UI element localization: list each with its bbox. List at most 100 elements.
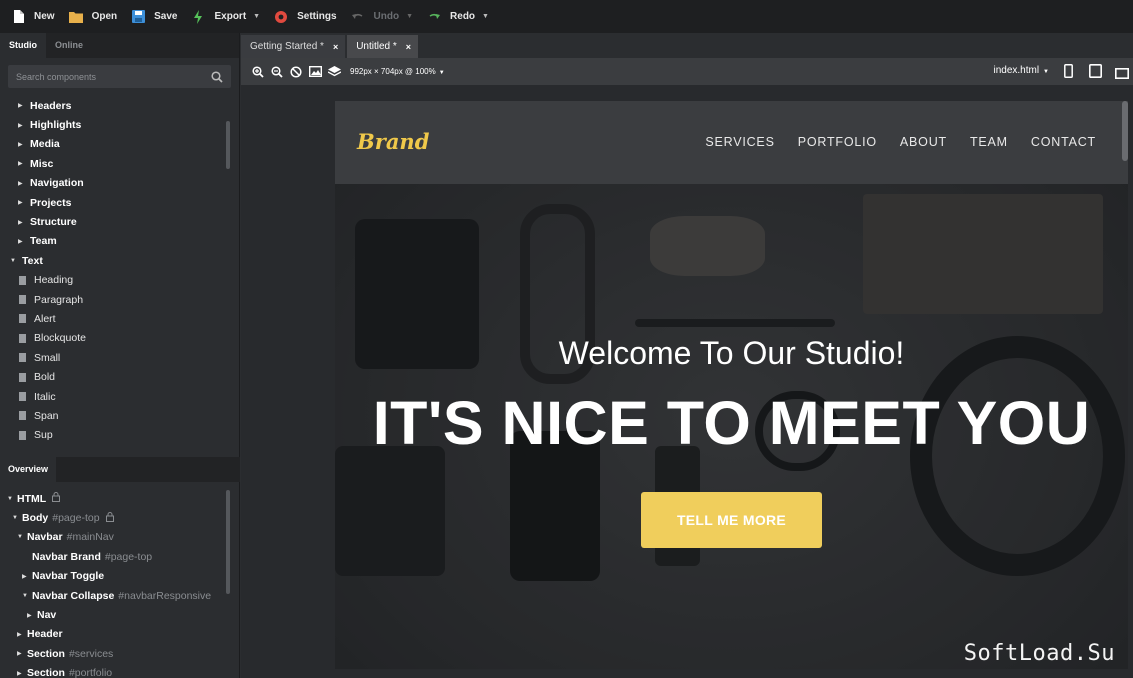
tree-node-label: Section — [27, 667, 65, 678]
component-item-bold[interactable]: Bold — [0, 367, 232, 386]
component-item-highlights[interactable]: ▶ Highlights — [0, 115, 232, 134]
tab-online[interactable]: Online — [46, 33, 92, 58]
file-dropdown[interactable]: index.html ▼ — [993, 65, 1049, 76]
settings-button[interactable]: Settings — [269, 0, 345, 33]
redo-label: Redo — [450, 11, 476, 22]
component-item-projects[interactable]: ▶ Projects — [0, 193, 232, 212]
layers-icon[interactable] — [327, 65, 341, 79]
tree-node-label: HTML — [17, 492, 47, 505]
caret-down-icon[interactable]: ▼ — [22, 593, 32, 599]
component-item-headers[interactable]: ▶ Headers — [0, 96, 232, 115]
component-item-alert[interactable]: Alert — [0, 309, 232, 328]
site-nav-link-about[interactable]: ABOUT — [900, 135, 947, 149]
canvas-toolbar: 992px × 704px @ 100% ▼ index.html ▼ — [241, 58, 1133, 85]
tree-node[interactable]: ▼ Navbar #mainNav — [0, 528, 232, 547]
reset-zoom-icon[interactable] — [289, 65, 303, 79]
export-button[interactable]: Export ▼ — [186, 0, 269, 33]
tree-node[interactable]: ▼ Body #page-top — [0, 508, 232, 527]
chevron-down-icon: ▼ — [1043, 69, 1049, 75]
component-item-media[interactable]: ▶ Media — [0, 135, 232, 154]
new-button[interactable]: New — [6, 0, 64, 33]
tab-studio[interactable]: Studio — [0, 33, 46, 58]
tree-node[interactable]: ▶ Nav — [0, 605, 232, 624]
document-icon — [19, 275, 26, 285]
caret-right-icon: ▶ — [18, 219, 23, 226]
zoom-out-icon[interactable] — [270, 65, 284, 79]
site-nav-links: SERVICES PORTFOLIO ABOUT TEAM CONTACT — [682, 135, 1096, 149]
component-item-small[interactable]: Small — [0, 348, 232, 367]
component-item-team[interactable]: ▶ Team — [0, 232, 232, 251]
tree-node-id: #services — [68, 647, 114, 660]
tell-me-more-button[interactable]: TELL ME MORE — [641, 492, 822, 548]
tree-node[interactable]: ▶ Section #portfolio — [0, 664, 232, 678]
document-icon — [19, 392, 26, 402]
component-label: Headers — [30, 99, 72, 112]
editor-tab[interactable]: Untitled * × — [347, 35, 419, 58]
app-window: New Open Save Export ▼ Settings Undo ▼ R… — [0, 0, 1133, 678]
caret-down-icon[interactable]: ▼ — [17, 534, 27, 540]
canvas-size-dropdown[interactable]: 992px × 704px @ 100% ▼ — [350, 67, 445, 76]
search-icon[interactable] — [211, 70, 223, 88]
component-label: Navigation — [30, 177, 84, 190]
caret-right-icon[interactable]: ▶ — [17, 631, 27, 638]
component-item-text[interactable]: ▼ Text — [0, 251, 232, 270]
redo-button[interactable]: Redo ▼ — [422, 0, 498, 33]
preview-scrollbar[interactable] — [1122, 101, 1128, 161]
tree-node[interactable]: ▼ Navbar Collapse #navbarResponsive — [0, 586, 232, 605]
new-label: New — [34, 11, 55, 22]
zoom-in-icon[interactable] — [251, 65, 265, 79]
caret-right-icon[interactable]: ▶ — [17, 670, 27, 677]
caret-down-icon[interactable]: ▼ — [12, 515, 22, 521]
tree-node[interactable]: ▶ Navbar Toggle — [0, 567, 232, 586]
component-label: Misc — [30, 157, 54, 170]
desktop-view-icon[interactable] — [1115, 66, 1129, 84]
tree-node[interactable]: ▶ Section #services — [0, 644, 232, 663]
lock-icon — [105, 511, 114, 525]
editor-tab[interactable]: Getting Started * × — [241, 35, 346, 58]
component-list-scrollbar[interactable] — [226, 121, 230, 169]
component-item-heading[interactable]: Heading — [0, 271, 232, 290]
site-brand[interactable]: Brand — [357, 129, 429, 154]
site-nav-link-services[interactable]: SERVICES — [705, 135, 774, 149]
tree-node-label: Body — [22, 512, 49, 525]
redo-icon — [426, 9, 442, 25]
open-button[interactable]: Open — [64, 0, 127, 33]
tree-node-label: Navbar Toggle — [32, 570, 105, 583]
save-button[interactable]: Save — [126, 0, 186, 33]
close-icon[interactable]: × — [333, 42, 338, 52]
component-item-paragraph[interactable]: Paragraph — [0, 290, 232, 309]
component-item-italic[interactable]: Italic — [0, 387, 232, 406]
phone-view-icon[interactable] — [1064, 64, 1073, 83]
tree-node[interactable]: ▶ Header — [0, 625, 232, 644]
site-nav-link-portfolio[interactable]: PORTFOLIO — [798, 135, 877, 149]
caret-right-icon[interactable]: ▶ — [17, 650, 27, 657]
component-item-sup[interactable]: Sup — [0, 426, 232, 445]
document-icon — [19, 372, 26, 382]
image-icon[interactable] — [308, 65, 322, 79]
search-input[interactable] — [8, 65, 231, 88]
caret-down-icon[interactable]: ▼ — [7, 496, 17, 502]
hero-background — [335, 101, 1128, 669]
document-icon — [19, 353, 26, 363]
undo-button[interactable]: Undo ▼ — [346, 0, 422, 33]
component-item-structure[interactable]: ▶ Structure — [0, 212, 232, 231]
component-item-span[interactable]: Span — [0, 406, 232, 425]
caret-right-icon[interactable]: ▶ — [27, 612, 37, 619]
component-item-navigation[interactable]: ▶ Navigation — [0, 174, 232, 193]
close-icon[interactable]: × — [406, 42, 411, 52]
component-item-misc[interactable]: ▶ Misc — [0, 154, 232, 173]
overview-scrollbar[interactable] — [226, 490, 230, 594]
preview-page[interactable]: Brand SERVICES PORTFOLIO ABOUT TEAM CONTACT … — [335, 101, 1128, 669]
component-item-blockquote[interactable]: Blockquote — [0, 329, 232, 348]
site-nav-link-team[interactable]: TEAM — [970, 135, 1008, 149]
tree-node[interactable]: ▼ HTML — [0, 489, 232, 508]
tablet-view-icon[interactable] — [1089, 64, 1102, 83]
panel-tabs: Studio Online — [0, 33, 239, 58]
tree-node[interactable]: Navbar Brand #page-top — [0, 547, 232, 566]
caret-right-icon[interactable]: ▶ — [22, 573, 32, 580]
tab-overview[interactable]: Overview — [0, 457, 57, 482]
tree-node-id: #portfolio — [68, 667, 113, 678]
site-nav-link-contact[interactable]: CONTACT — [1031, 135, 1096, 149]
overview-tree: ▼ HTML ▼ Body #page-top ▼ Navbar #mainNav Navbar… — [0, 489, 232, 678]
editor-tabs: Getting Started * × Untitled * × — [241, 35, 420, 58]
